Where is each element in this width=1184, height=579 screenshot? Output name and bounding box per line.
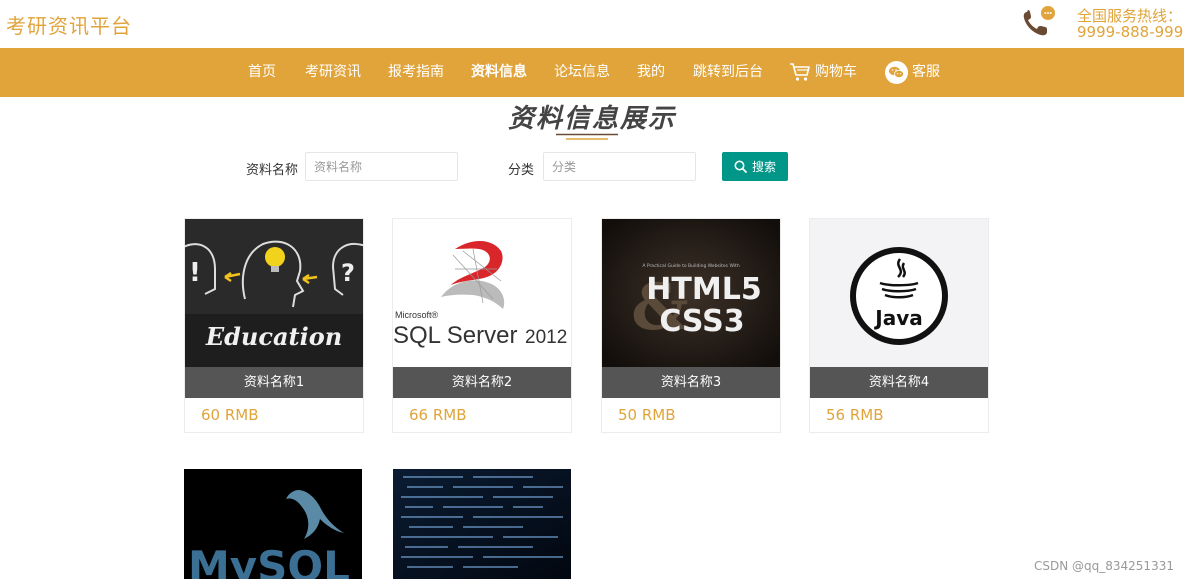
nav-service-label: 客服 (912, 64, 940, 80)
cart-icon (790, 63, 810, 81)
svg-text:Java: Java (873, 306, 922, 330)
main-nav: 首页 考研资讯 报考指南 资料信息 论坛信息 我的 跳转到后台 购物车 客服 (0, 48, 1184, 97)
category-search-input[interactable] (543, 152, 696, 181)
product-card[interactable]: Java 资料名称4 56 RMB (809, 218, 989, 433)
svg-text:Education: Education (205, 322, 342, 351)
category-search-label: 分类 (508, 163, 535, 178)
code-screen-image[interactable] (393, 469, 571, 579)
top-header: 考研资讯平台 全国服务热线： 9999-888-999 (0, 0, 1184, 48)
sql-server-2012-image[interactable]: Microsoft® SQL Server 2012 (393, 219, 571, 367)
svg-text:CSS3: CSS3 (659, 304, 744, 339)
title-divider (556, 133, 618, 140)
nav-cart-label: 购物车 (815, 64, 857, 80)
product-name: 资料名称2 (393, 367, 571, 398)
product-price: 60 RMB (201, 406, 259, 424)
product-card[interactable]: Microsoft® SQL Server 2012 资料名称2 66 RMB (392, 218, 572, 433)
nav-exam-news[interactable]: 考研资讯 (305, 48, 361, 97)
search-button-label: 搜索 (751, 160, 776, 174)
nav-service[interactable]: 客服 (885, 48, 940, 97)
java-logo-image[interactable]: Java (810, 219, 988, 367)
product-card[interactable]: ! ? Education 资料名称1 60 RMB (184, 218, 364, 433)
search-icon (734, 160, 747, 173)
product-name: 资料名称3 (602, 367, 780, 398)
product-card[interactable] (393, 469, 573, 579)
svg-text:SQL Server: SQL Server (393, 322, 518, 349)
phone-icon (1023, 6, 1055, 36)
svg-text:2012: 2012 (525, 327, 567, 348)
hotline-number: 9999-888-999 (1077, 23, 1184, 41)
product-name: 资料名称1 (185, 367, 363, 398)
html5-css3-image[interactable]: A Practical Guide to Building Websites W… (602, 219, 780, 367)
name-search-label: 资料名称 (246, 163, 299, 178)
svg-text:MySQL: MySQL (188, 542, 350, 579)
product-price: 56 RMB (826, 406, 884, 424)
svg-text:?: ? (341, 259, 355, 287)
wechat-icon (885, 60, 908, 84)
product-name: 资料名称4 (810, 367, 988, 398)
product-card[interactable]: A Practical Guide to Building Websites W… (601, 218, 781, 433)
mysql-logo-image[interactable]: MySQL (184, 469, 362, 579)
site-logo[interactable]: 考研资讯平台 (6, 10, 132, 39)
svg-text:!: ! (189, 258, 201, 288)
svg-text:HTML5: HTML5 (646, 272, 761, 307)
nav-apply-guide[interactable]: 报考指南 (388, 48, 444, 97)
nav-admin[interactable]: 跳转到后台 (693, 48, 763, 97)
product-card[interactable]: MySQL (184, 469, 364, 579)
page-title: 资料信息展示 (507, 104, 676, 134)
svg-text:Microsoft®: Microsoft® (395, 310, 439, 320)
product-price: 50 RMB (618, 406, 676, 424)
product-price: 66 RMB (409, 406, 467, 424)
nav-home[interactable]: 首页 (248, 48, 276, 97)
name-search-input[interactable] (305, 152, 458, 181)
nav-mine[interactable]: 我的 (637, 48, 665, 97)
nav-forum[interactable]: 论坛信息 (554, 48, 610, 97)
nav-materials[interactable]: 资料信息 (471, 48, 527, 97)
search-button[interactable]: 搜索 (722, 152, 788, 181)
svg-text:A Practical Guide to Building: A Practical Guide to Building Websites W… (642, 263, 740, 269)
nav-cart[interactable]: 购物车 (789, 48, 857, 97)
watermark: CSDN @qq_834251331 (1034, 559, 1174, 573)
education-image[interactable]: ! ? Education (185, 219, 363, 367)
